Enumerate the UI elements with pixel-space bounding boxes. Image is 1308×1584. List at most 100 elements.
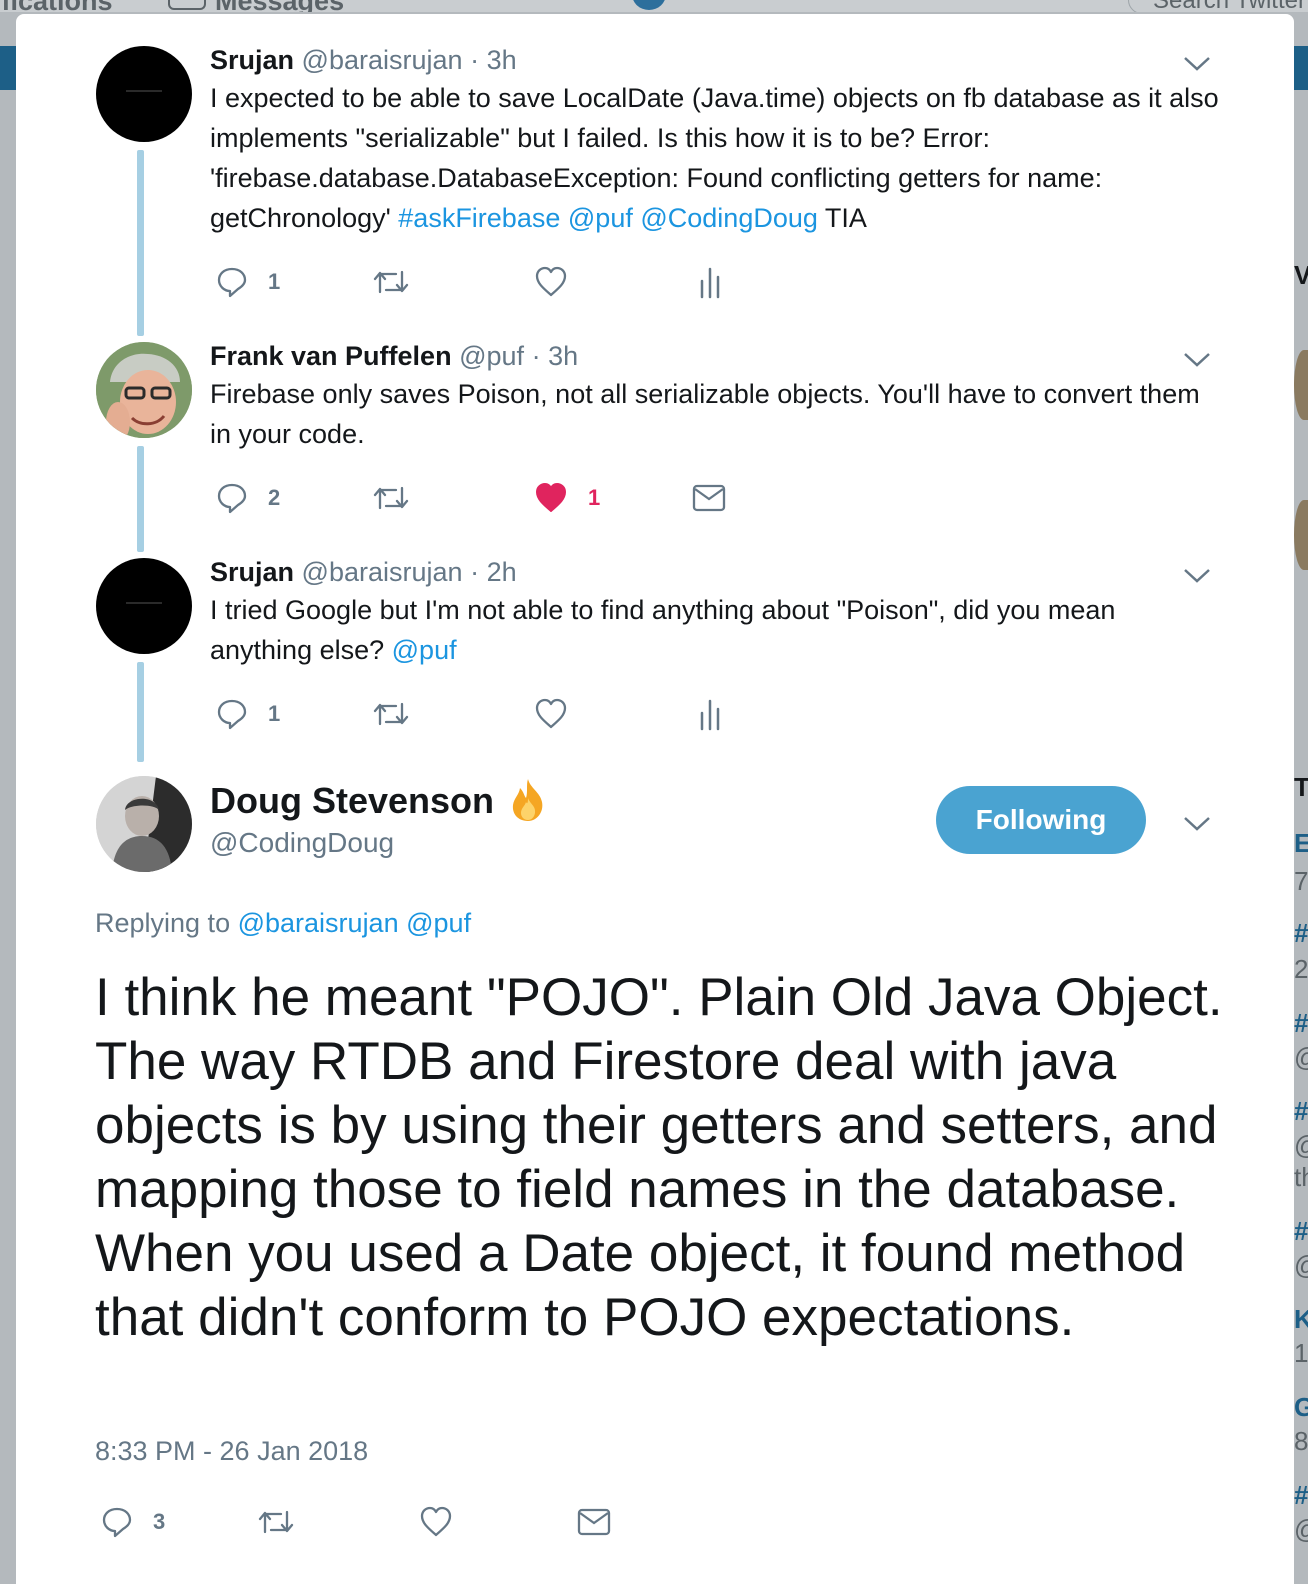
rc-text[interactable]: # bbox=[1294, 918, 1308, 949]
reply-count: 1 bbox=[268, 701, 281, 726]
tweet-time[interactable]: 2h bbox=[487, 557, 517, 587]
mention-link[interactable]: @CodingDoug bbox=[640, 203, 818, 233]
heart-icon bbox=[535, 698, 567, 729]
reply-button[interactable]: 2 bbox=[216, 478, 280, 518]
chevron-down-icon[interactable] bbox=[1182, 814, 1212, 834]
rc-text[interactable]: # bbox=[1294, 1096, 1308, 1127]
separator-dot: · bbox=[470, 45, 480, 75]
nav-messages[interactable]: Messages bbox=[215, 0, 344, 12]
rc-text: 8 bbox=[1294, 1426, 1308, 1456]
thread-line bbox=[137, 150, 144, 336]
analytics-icon bbox=[700, 699, 720, 731]
author-name[interactable]: Srujan bbox=[210, 557, 294, 587]
following-button[interactable]: Following bbox=[936, 786, 1146, 854]
reply-button[interactable]: 1 bbox=[216, 262, 280, 302]
rc-text[interactable]: G bbox=[1294, 1392, 1308, 1423]
author-handle[interactable]: @baraisrujan bbox=[302, 557, 463, 587]
like-button[interactable] bbox=[419, 1500, 453, 1544]
mention-link[interactable]: @puf bbox=[568, 203, 633, 233]
tweet-header: Frank van Puffelen @puf · 3h bbox=[210, 340, 578, 372]
retweet-button[interactable] bbox=[372, 262, 410, 302]
tweet-text-tail: TIA bbox=[817, 203, 867, 233]
chevron-down-icon[interactable] bbox=[1182, 54, 1212, 74]
author-name[interactable]: Srujan bbox=[210, 45, 294, 75]
tweet-text: I expected to be able to save LocalDate … bbox=[210, 78, 1220, 238]
tweet-header: Srujan @baraisrujan · 2h bbox=[210, 556, 517, 588]
tweet-actions: 1 bbox=[210, 262, 770, 302]
direct-message-button[interactable] bbox=[692, 478, 726, 518]
rc-text: 1 bbox=[1294, 1338, 1308, 1368]
retweet-icon bbox=[373, 486, 409, 510]
author-handle[interactable]: @CodingDoug bbox=[210, 826, 394, 860]
reply-count: 2 bbox=[268, 485, 281, 510]
chevron-down-icon[interactable] bbox=[1182, 566, 1212, 586]
nav-notifications[interactable]: ifications bbox=[0, 0, 113, 12]
search-input[interactable]: Search Twitter bbox=[1128, 0, 1308, 12]
separator-dot: · bbox=[531, 341, 541, 371]
rc-text: 7 bbox=[1294, 866, 1308, 896]
rc-text[interactable]: E bbox=[1294, 828, 1308, 859]
rc-text[interactable]: # bbox=[1294, 1216, 1308, 1247]
author-handle[interactable]: @baraisrujan bbox=[302, 45, 463, 75]
rc-avatar bbox=[1294, 350, 1308, 420]
reply-button[interactable]: 1 bbox=[216, 694, 280, 734]
tweet-timestamp[interactable]: 8:33 PM - 26 Jan 2018 bbox=[95, 1436, 368, 1467]
avatar[interactable] bbox=[96, 46, 192, 142]
background-right-column: V T E 7 # 2 # @ # @ th # @ K 1 G 8 # @ bbox=[1294, 90, 1308, 1570]
author-name[interactable]: Doug Stevenson bbox=[210, 780, 494, 822]
avatar[interactable] bbox=[96, 776, 192, 872]
messages-icon bbox=[168, 0, 206, 10]
reply-icon bbox=[217, 267, 247, 298]
hashtag-link[interactable]: #askFirebase bbox=[398, 203, 560, 233]
retweet-icon bbox=[258, 1510, 294, 1534]
mail-icon bbox=[692, 484, 726, 512]
background-profile-banner bbox=[0, 46, 16, 90]
rc-text: V bbox=[1294, 260, 1308, 290]
rc-text[interactable]: K bbox=[1294, 1304, 1308, 1335]
tweet-actions: 1 bbox=[210, 694, 770, 734]
retweet-button[interactable] bbox=[372, 478, 410, 518]
retweet-button[interactable] bbox=[257, 1500, 295, 1544]
analytics-button[interactable] bbox=[698, 262, 722, 302]
tweet-time[interactable]: 3h bbox=[487, 45, 517, 75]
twitter-logo-icon[interactable] bbox=[632, 0, 666, 10]
author-name[interactable]: Frank van Puffelen bbox=[210, 341, 452, 371]
tweet-header: Srujan @baraisrujan · 3h bbox=[210, 44, 517, 76]
separator-dot: · bbox=[470, 557, 480, 587]
rc-avatar bbox=[1294, 500, 1308, 570]
thread-line bbox=[137, 446, 144, 552]
reply-icon bbox=[217, 483, 247, 514]
mention-link[interactable]: @puf bbox=[406, 908, 471, 938]
mention-link[interactable]: @baraisrujan bbox=[238, 908, 399, 938]
avatar-photo bbox=[96, 776, 192, 872]
tweet-time[interactable]: 3h bbox=[548, 341, 578, 371]
like-button[interactable] bbox=[534, 694, 588, 734]
author-handle[interactable]: @puf bbox=[459, 341, 524, 371]
mention-link[interactable]: @puf bbox=[392, 635, 457, 665]
tweet-actions: 2 1 bbox=[210, 478, 770, 518]
analytics-icon bbox=[700, 267, 720, 299]
reply-count: 1 bbox=[268, 269, 281, 294]
rc-text[interactable]: # bbox=[1294, 1480, 1308, 1511]
replying-to: Replying to @baraisrujan @puf bbox=[95, 908, 471, 939]
background-profile-banner-right bbox=[1294, 46, 1308, 90]
like-button[interactable] bbox=[534, 262, 588, 302]
avatar[interactable] bbox=[96, 558, 192, 654]
reply-button[interactable]: 3 bbox=[101, 1500, 165, 1544]
heart-filled-icon bbox=[536, 483, 566, 512]
heart-icon bbox=[535, 266, 567, 297]
direct-message-button[interactable] bbox=[577, 1500, 611, 1544]
chevron-down-icon[interactable] bbox=[1182, 350, 1212, 370]
rc-text: @ bbox=[1294, 1514, 1308, 1545]
heart-icon bbox=[420, 1506, 452, 1537]
retweet-button[interactable] bbox=[372, 694, 410, 734]
thread-line bbox=[137, 662, 144, 762]
like-button[interactable]: 1 bbox=[534, 478, 600, 518]
tweet-actions: 3 bbox=[95, 1500, 655, 1544]
tweet-text: Firebase only saves Poison, not all seri… bbox=[210, 379, 1200, 449]
avatar[interactable] bbox=[96, 342, 192, 438]
rc-text[interactable]: # bbox=[1294, 1008, 1308, 1039]
avatar-photo bbox=[96, 342, 192, 438]
analytics-button[interactable] bbox=[698, 694, 722, 734]
fire-icon bbox=[512, 779, 543, 821]
